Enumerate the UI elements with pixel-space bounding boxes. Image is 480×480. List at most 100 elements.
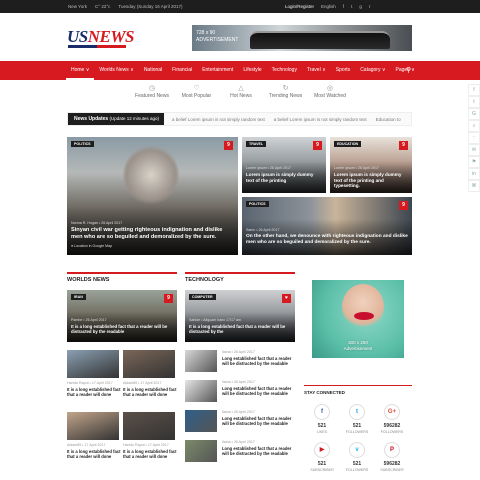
subnav-icon: △: [238, 85, 244, 92]
worlds-feature-meta: Pambe • 26 April 2017: [71, 318, 107, 322]
share-icon-1[interactable]: t: [468, 96, 480, 108]
nav-item-0[interactable]: Home ∨: [66, 61, 95, 80]
social-icon: t: [349, 404, 365, 420]
share-icon-8[interactable]: ⌘: [468, 180, 480, 192]
ticker-item[interactable]: a belief Lorem ipsum is not simply rando…: [274, 117, 367, 122]
share-icon-7[interactable]: in: [468, 168, 480, 180]
hero-main-title[interactable]: Sinyan civil war getting righteous indig…: [71, 227, 231, 241]
tech-feature-card[interactable]: COMPUTER ♥ Sahide • Aliquam haec 17/17 a…: [185, 290, 295, 342]
side-advertisement[interactable]: 300 x 250 Advertisement: [312, 280, 404, 358]
worlds-news-divider: [67, 272, 177, 274]
hero-main-tag[interactable]: POLITICS: [71, 141, 94, 147]
googleplus-icon[interactable]: g: [359, 4, 362, 9]
worlds-item-image[interactable]: [67, 412, 119, 440]
subnav-item-0[interactable]: ◷ Featured News: [130, 84, 174, 104]
hero-main-meta: Norma R. Hogan • 26 April 2017: [71, 221, 123, 225]
technology-title[interactable]: TECHNOLOGY: [185, 277, 224, 283]
hero-politics-tag[interactable]: POLITICS: [246, 201, 269, 207]
hero-politics-card[interactable]: POLITICS 9 Sainn • 26 April 2017 On the …: [242, 197, 412, 255]
worlds-item-image[interactable]: [67, 350, 119, 378]
tech-item-title[interactable]: Long established fact that a reader will…: [222, 416, 296, 427]
social-counter-1[interactable]: t 521 FOLLOWERS: [342, 404, 372, 434]
tech-item-image[interactable]: [185, 410, 217, 432]
share-icon-3[interactable]: ⌕: [468, 120, 480, 132]
tech-item-meta: Ilaina • 26 April 2017: [222, 440, 255, 444]
tech-feature-tag[interactable]: COMPUTER: [189, 294, 216, 300]
social-counter-2[interactable]: G+ 596282 FOLLOWERS: [377, 404, 407, 434]
tech-item-title[interactable]: Long established fact that a reader will…: [222, 446, 296, 457]
subnav-label: Most Watched: [314, 93, 346, 99]
subnav-item-3[interactable]: ↻ Trending News: [264, 84, 308, 104]
share-icon-5[interactable]: ✉: [468, 144, 480, 156]
hero-travel-card[interactable]: TRAVEL 9 Lorem ipsum • 26 April 2017 Lor…: [242, 137, 326, 193]
social-counter-5[interactable]: P 596282 SUBSCRIBER: [377, 442, 407, 472]
social-count: 521: [352, 461, 362, 467]
tech-item-image[interactable]: [185, 380, 217, 402]
tech-item-meta: Ilaina • 26 April 2017: [222, 350, 255, 354]
tech-item-title[interactable]: Long established fact that a reader will…: [222, 386, 296, 397]
tech-item-image[interactable]: [185, 440, 217, 462]
logo-underline: [68, 45, 126, 48]
location-text: New York: [68, 4, 88, 9]
hero-travel-title[interactable]: Lorem ipsum is simply dummy text of the …: [246, 172, 322, 183]
lips-image: [354, 312, 374, 320]
technology-divider: [185, 272, 295, 274]
subnav-item-4[interactable]: ◎ Most Watched: [308, 84, 352, 104]
temperature-text: C° 22°c: [95, 4, 111, 9]
social-counter-0[interactable]: f 521 LIKES: [307, 404, 337, 434]
worlds-item-title[interactable]: It is a long established fact that a rea…: [123, 387, 177, 398]
share-icon-4[interactable]: ∵: [468, 132, 480, 144]
ticker-item[interactable]: a belief Lorem ipsum is not simply rando…: [172, 117, 265, 122]
hero-politics-title[interactable]: On the other hand, we denounce with righ…: [246, 234, 408, 246]
news-ticker: News Updates (Update 12 minutes ago) a b…: [67, 112, 412, 126]
social-count: 596282: [383, 423, 401, 429]
rss-icon[interactable]: r: [369, 4, 371, 9]
hero-education-title[interactable]: Lorem ipsum is simply dummy text of the …: [334, 172, 408, 189]
share-icon-2[interactable]: G: [468, 108, 480, 120]
share-icon-0[interactable]: f: [468, 84, 480, 96]
heart-icon[interactable]: ♥: [282, 294, 291, 303]
nav-item-9[interactable]: Catagory ∨: [355, 61, 390, 80]
hero-travel-count: 9: [313, 141, 322, 150]
tech-item-title[interactable]: Long established fact that a reader will…: [222, 356, 296, 367]
worlds-item-image[interactable]: [123, 350, 175, 378]
nav-item-3[interactable]: Financial: [167, 61, 197, 80]
nav-item-1[interactable]: Worlds News ∨: [94, 61, 138, 80]
tech-item-meta: Ilaina • 26 April 2017: [222, 380, 255, 384]
hero-education-card[interactable]: EDUCATION 9 Lorem ipsum • 26 April 2017 …: [330, 137, 412, 193]
hero-travel-tag[interactable]: TRAVEL: [246, 141, 267, 147]
social-counter-4[interactable]: v 521 FOLLOWERS: [342, 442, 372, 472]
hero-main-location[interactable]: ● Location in Google Map: [71, 244, 231, 248]
hero-main-card[interactable]: POLITICS 9 Norma R. Hogan • 26 April 201…: [67, 137, 238, 255]
subnav-item-1[interactable]: ♡ Most Popular: [175, 84, 219, 104]
login-link[interactable]: Login/Register: [285, 4, 314, 9]
top-advertisement[interactable]: 728 x 90 ADVERTISEMENT: [192, 25, 412, 51]
worlds-item-title[interactable]: It is a long established fact that a rea…: [67, 449, 121, 460]
worlds-feature-tag[interactable]: IRAN: [71, 294, 86, 300]
nav-item-8[interactable]: Sports: [331, 61, 355, 80]
worlds-feature-title[interactable]: It is a long established fact that a rea…: [71, 324, 173, 335]
worlds-news-title[interactable]: WORLDS NEWS: [67, 277, 109, 283]
worlds-item-meta: Aidam85 • 17 April 2017: [67, 443, 106, 447]
nav-item-6[interactable]: Technology: [267, 61, 302, 80]
nav-item-7[interactable]: Travel ∨: [302, 61, 331, 80]
nav-item-4[interactable]: Entertainment: [197, 61, 238, 80]
ticker-item[interactable]: Education to popular belief Lorem ipsum …: [376, 117, 402, 122]
worlds-feature-card[interactable]: IRAN 9 Pambe • 26 April 2017 It is a lon…: [67, 290, 177, 342]
facebook-icon[interactable]: f: [343, 4, 344, 9]
site-logo[interactable]: USNEWS: [67, 27, 134, 47]
share-icon-6[interactable]: ⚑: [468, 156, 480, 168]
subnav-item-2[interactable]: △ Hot News: [219, 84, 263, 104]
twitter-icon[interactable]: t: [351, 4, 352, 9]
tech-item-image[interactable]: [185, 350, 217, 372]
nav-item-5[interactable]: Lifestyle: [238, 61, 266, 80]
tech-feature-title[interactable]: It is a long established fact that a rea…: [189, 324, 291, 335]
search-icon[interactable]: ⚲: [406, 66, 411, 74]
language-select[interactable]: English: [321, 4, 336, 9]
social-counter-3[interactable]: ▶ 521 SUBSCRIBER: [307, 442, 337, 472]
worlds-item-title[interactable]: It is a long established fact that a rea…: [67, 387, 121, 398]
worlds-item-image[interactable]: [123, 412, 175, 440]
nav-item-2[interactable]: National: [139, 61, 167, 80]
worlds-item-title[interactable]: It is a long established fact that a rea…: [123, 449, 177, 460]
hero-education-tag[interactable]: EDUCATION: [334, 141, 362, 147]
